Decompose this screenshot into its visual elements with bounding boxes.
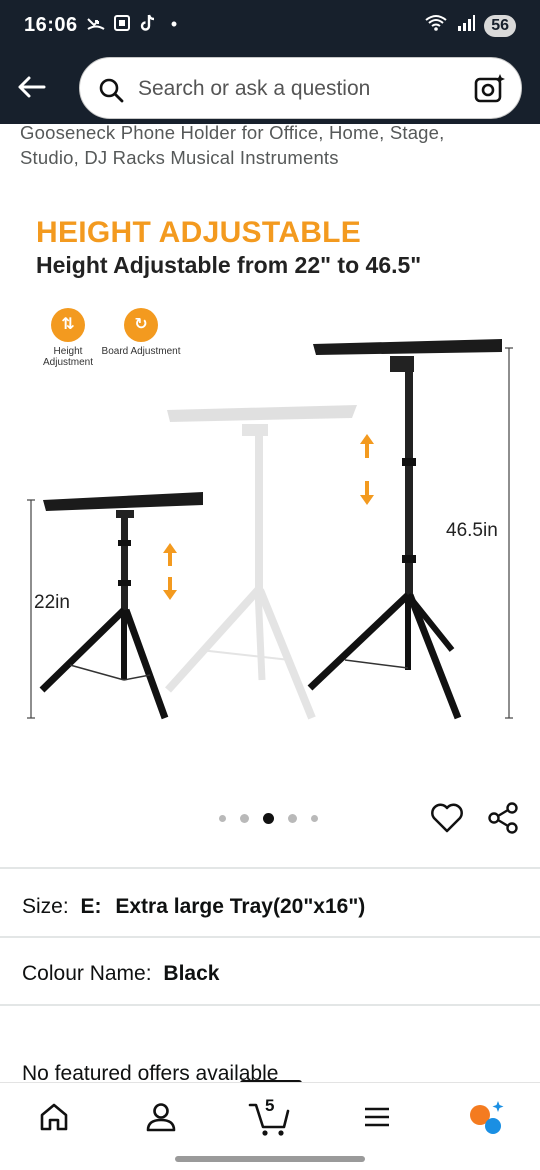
share-icon[interactable] [486, 801, 520, 835]
divider [0, 1004, 540, 1006]
status-time: 16:06 [24, 14, 78, 36]
divider [0, 867, 540, 869]
missed-call-icon [86, 13, 106, 35]
carousel-dot[interactable] [311, 815, 318, 822]
image-headline: HEIGHT ADJUSTABLE [36, 216, 362, 249]
size-value: Extra large Tray(20"x16") [115, 895, 366, 918]
battery-indicator: 56 [484, 14, 516, 37]
account-icon[interactable] [143, 1099, 183, 1135]
carousel-dot[interactable] [288, 814, 297, 823]
product-title: Gooseneck Phone Holder for Office, Home,… [20, 120, 490, 170]
rufus-assistant-icon[interactable] [466, 1099, 506, 1135]
carousel-dot[interactable] [240, 814, 249, 823]
size-selector[interactable]: Size: E: Extra large Tray(20"x16") [22, 895, 365, 919]
rotate-icon: ↻ [124, 308, 158, 342]
size-label: Size: [22, 895, 69, 918]
carousel-dots [219, 813, 318, 824]
tall-height-label: 46.5in [446, 520, 498, 541]
colour-selector[interactable]: Colour Name: Black [22, 962, 219, 986]
tiktok-icon [138, 13, 158, 35]
image-subheadline: Height Adjustable from 22" to 46.5" [36, 252, 422, 278]
carousel-dot[interactable] [219, 815, 226, 822]
camera-lens-icon[interactable] [473, 72, 507, 106]
search-icon [98, 77, 124, 103]
wifi-icon [424, 13, 448, 38]
product-image[interactable] [0, 196, 540, 756]
screenshot-icon [112, 13, 132, 35]
colour-label: Colour Name: [22, 962, 152, 985]
status-dot: • [170, 14, 178, 34]
search-bar[interactable] [79, 57, 522, 119]
back-arrow-icon[interactable] [14, 69, 50, 105]
home-icon[interactable] [36, 1099, 76, 1135]
product-title-line1: Gooseneck Phone Holder for Office, Home,… [20, 122, 445, 143]
size-code: E: [80, 895, 102, 918]
feature-board-label: Board Adjustment [101, 346, 181, 357]
app-header [0, 54, 540, 124]
height-adjust-icon: ⇅ [51, 308, 85, 342]
search-input[interactable] [138, 73, 458, 105]
divider [0, 936, 540, 938]
feature-height-adjustment: ⇅ Height Adjustment [28, 308, 108, 368]
cart-icon[interactable]: 5 [248, 1096, 292, 1136]
short-height-label: 22in [34, 592, 70, 613]
heart-icon[interactable] [430, 802, 464, 834]
menu-icon[interactable] [359, 1099, 399, 1135]
system-home-indicator[interactable] [175, 1156, 365, 1162]
feature-board-adjustment: ↻ Board Adjustment [101, 308, 181, 357]
signal-icon [456, 13, 476, 38]
cart-count: 5 [265, 1096, 275, 1115]
carousel-dot-active[interactable] [263, 813, 274, 824]
product-title-line2: Studio, DJ Racks Musical Instruments [20, 147, 339, 168]
dimension-lines [27, 347, 513, 719]
colour-value: Black [163, 962, 220, 985]
height-arrows-graphic [163, 434, 374, 600]
status-bar: 16:06 • 56 [0, 0, 540, 54]
feature-height-label: Height Adjustment [42, 346, 94, 368]
